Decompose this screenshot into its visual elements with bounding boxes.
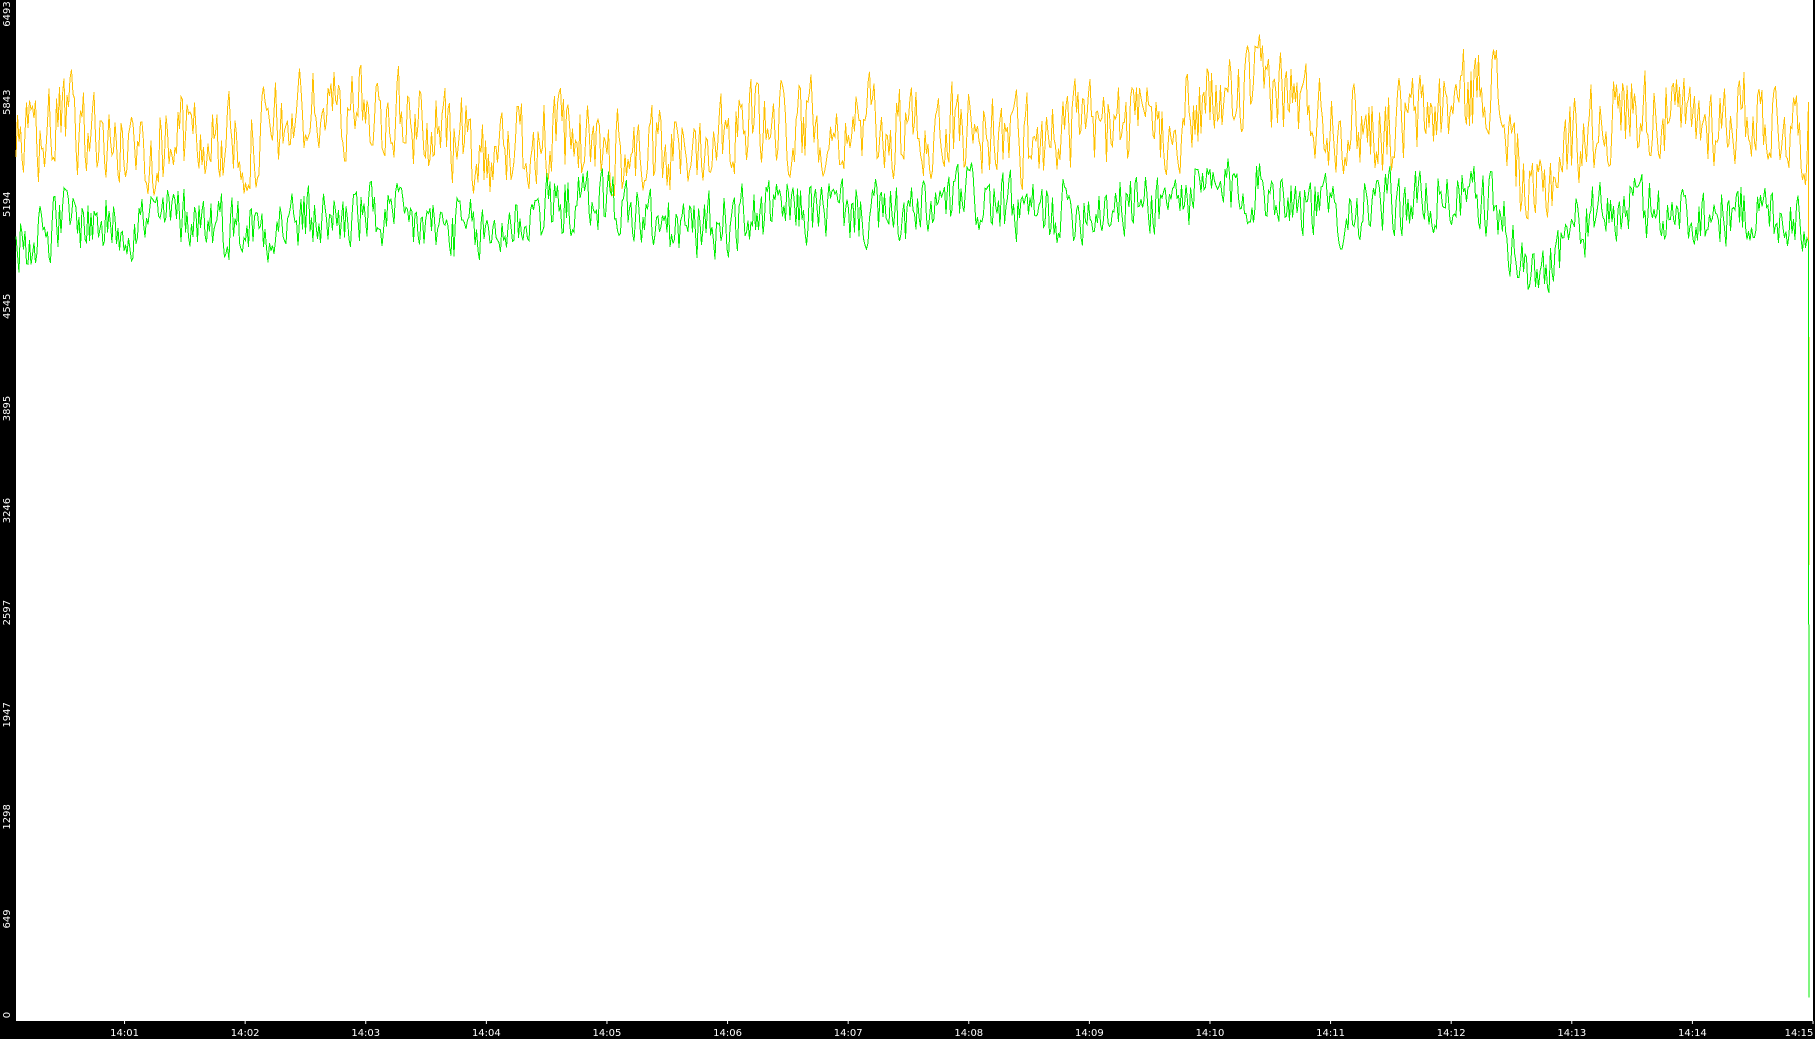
x-tick-label: 14:13 [1557,1028,1586,1039]
x-tick-label: 14:01 [110,1028,139,1039]
y-tick-label: 1947 [2,702,13,727]
x-tick-label: 14:11 [1316,1028,1345,1039]
x-tick-label: 14:08 [954,1028,983,1039]
y-tick-label: 3895 [2,396,13,421]
x-tick-label: 14:09 [1075,1028,1104,1039]
x-tick-label: 14:04 [472,1028,501,1039]
x-tick-label: 14:15 [1785,1028,1814,1039]
y-tick-label: 6493 [2,1,13,26]
x-tick-label: 14:02 [231,1028,260,1039]
x-tick-label: 14:14 [1678,1028,1707,1039]
line-chart: 0 649 1298 1947 2597 3246 3895 4545 5194 5843 6493… [0,0,1815,1039]
x-tick-label: 14:03 [351,1028,380,1039]
y-tick-label: 5194 [2,192,13,217]
x-tick-label: 14:10 [1196,1028,1225,1039]
x-tick-label: 14:12 [1437,1028,1466,1039]
y-tick-label: 649 [2,909,13,928]
x-tick-label: 14:07 [834,1028,863,1039]
y-tick-label: 3246 [2,498,13,523]
x-tick-label: 14:06 [713,1028,742,1039]
y-tick-label: 4545 [2,294,13,319]
y-tick-label: 2597 [2,600,13,625]
y-tick-label: 1298 [2,804,13,829]
chart-area: 0 649 1298 1947 2597 3246 3895 4545 5194 5843 6493… [0,0,1815,1039]
y-tick-label: 0 [2,1012,13,1018]
x-tick-label: 14:05 [593,1028,622,1039]
y-tick-label: 5843 [2,89,13,114]
plot-background [16,0,1813,1021]
